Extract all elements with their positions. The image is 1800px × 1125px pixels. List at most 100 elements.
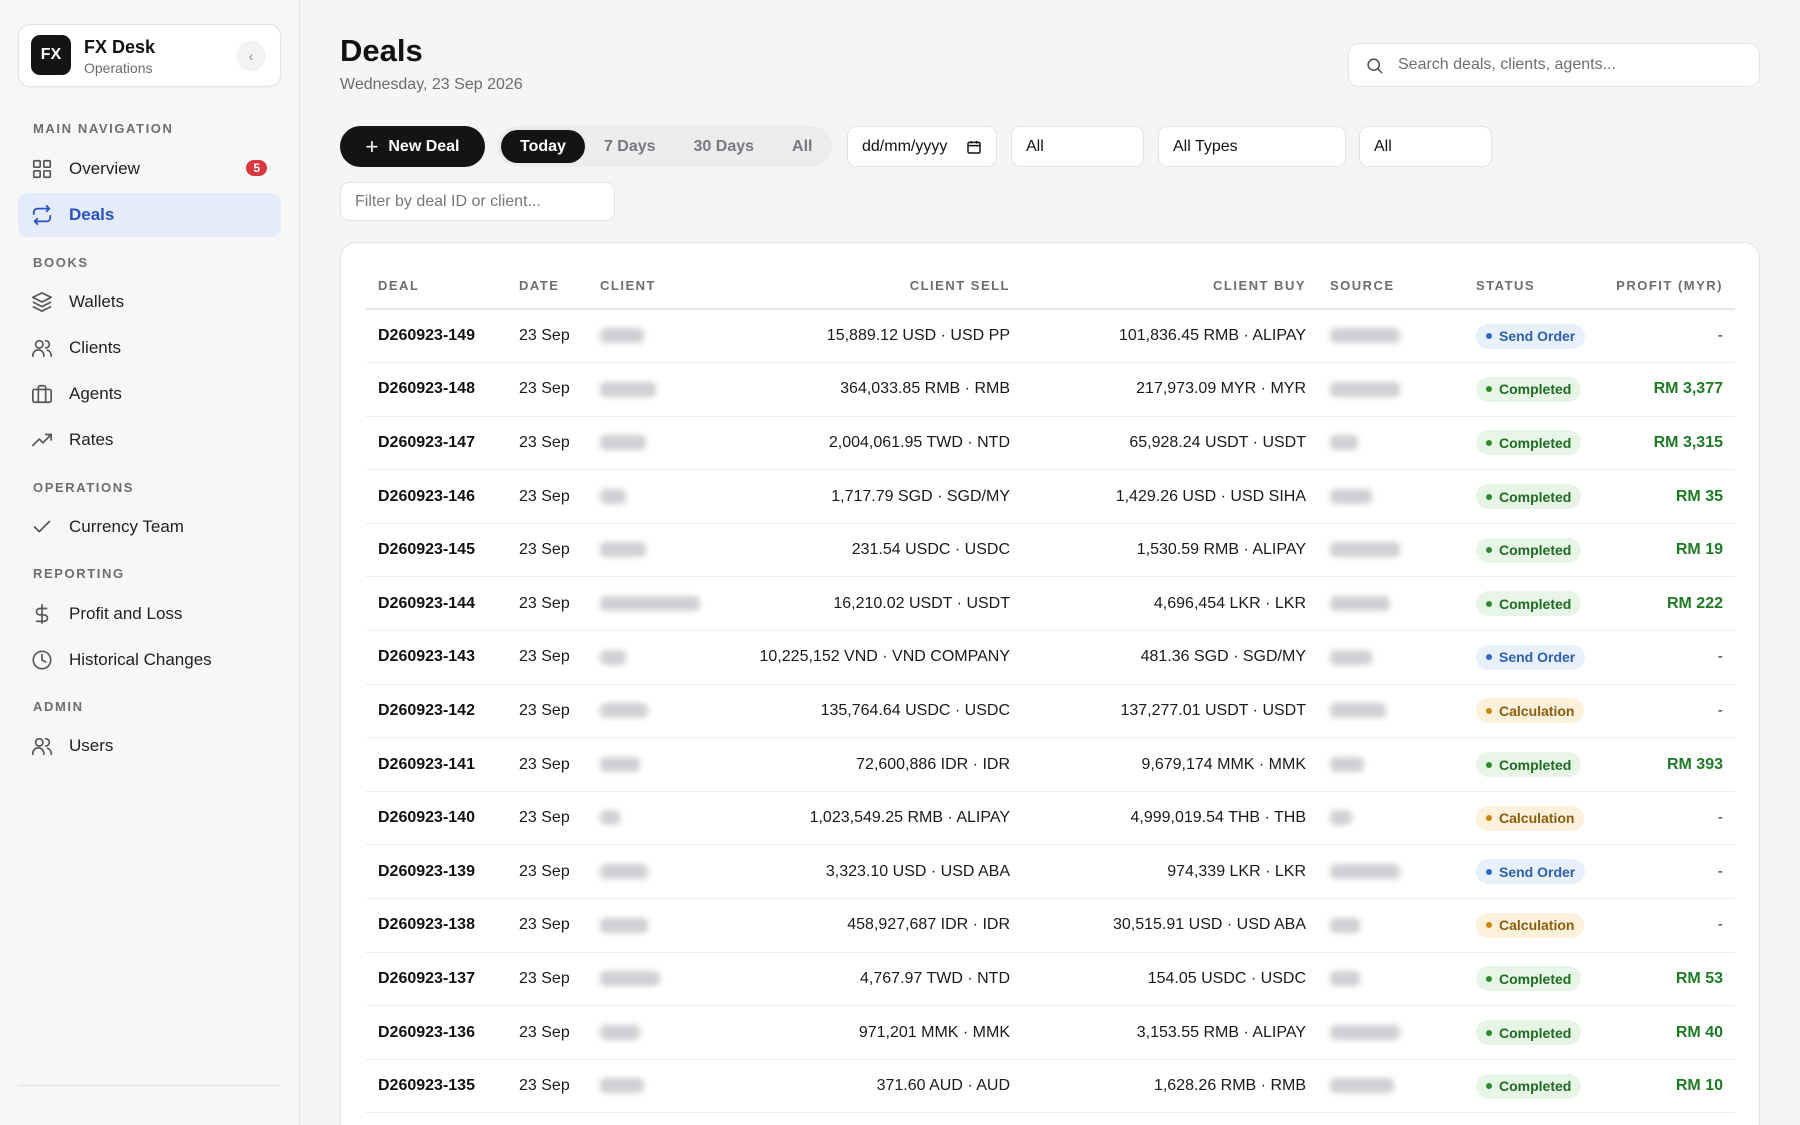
deal-filter-input[interactable] [340, 182, 615, 221]
status-badge: Completed [1476, 484, 1582, 510]
table-row[interactable]: D260923-146 23 Sep 1,717.79 SGD · SGD/MY 1,… [366, 469, 1735, 524]
status-badge: Calculation [1476, 912, 1585, 938]
sidebar-item-rates[interactable]: Rates [18, 418, 281, 462]
status-label: Calculation [1499, 810, 1575, 827]
redacted-client-name [600, 596, 700, 612]
deal-id-cell[interactable]: D260923-145 [366, 523, 507, 578]
client-cell [588, 898, 726, 953]
new-deal-button[interactable]: + New Deal [340, 126, 485, 167]
search-input[interactable] [1398, 56, 1728, 74]
column-header-deal[interactable]: DEAL [366, 263, 507, 310]
deal-id-cell[interactable]: D260923-141 [366, 737, 507, 792]
table-row[interactable]: D260923-148 23 Sep 364,033.85 RMB · RMB 217… [366, 362, 1735, 417]
column-header-source[interactable]: SOURCE [1318, 263, 1464, 310]
table-row[interactable]: D260923-144 23 Sep 16,210.02 USDT · USDT 4,… [366, 576, 1735, 632]
deal-id-cell[interactable]: D260923-137 [366, 952, 507, 1007]
column-header-date[interactable]: DATE [507, 263, 588, 310]
deal-id-cell[interactable]: D260923-140 [366, 791, 507, 846]
table-row[interactable]: D260923-141 23 Sep 72,600,886 IDR · IDR 9,6… [366, 737, 1735, 792]
deal-id-cell[interactable]: D260923-138 [366, 898, 507, 953]
global-search[interactable] [1348, 43, 1760, 87]
deal-id-cell[interactable]: D260923-142 [366, 684, 507, 739]
deal-id-cell[interactable]: D260923-149 [366, 309, 507, 364]
sidebar-item-historical-changes[interactable]: Historical Changes [18, 638, 281, 682]
deal-id-cell[interactable]: D260923-146 [366, 469, 507, 524]
table-row[interactable]: D260923-143 23 Sep 10,225,152 VND · VND CO… [366, 630, 1735, 685]
deal-id-cell[interactable]: D260923-144 [366, 576, 507, 632]
status-cell: Send Order [1464, 309, 1603, 364]
status-dot-icon [1486, 1029, 1492, 1036]
date-cell: 23 Sep [507, 309, 588, 364]
type-filter-select[interactable]: All Types [1158, 126, 1346, 167]
redacted-source-name [1330, 1078, 1394, 1094]
range-all-button[interactable]: All [773, 130, 831, 163]
range-7-days-button[interactable]: 7 Days [585, 130, 675, 163]
redacted-source-name [1330, 542, 1400, 558]
date-cell: 23 Sep [507, 684, 588, 739]
sidebar-item-label: Profit and Loss [69, 604, 183, 623]
status-dot-icon [1486, 600, 1492, 607]
client-cell [588, 844, 726, 900]
table-row[interactable]: D260923-140 23 Sep 1,023,549.25 RMB · ALIP… [366, 791, 1735, 846]
sidebar-item-profit-and-loss[interactable]: Profit and Loss [18, 592, 281, 636]
table-row[interactable]: D260923-136 23 Sep 971,201 MMK · MMK 3,153.… [366, 1005, 1735, 1060]
table-row[interactable]: D260923-137 23 Sep 4,767.97 TWD · NTD 154.0… [366, 952, 1735, 1007]
status-filter-select[interactable]: All [1011, 126, 1144, 167]
redacted-source-name [1330, 488, 1372, 504]
sidebar-item-deals[interactable]: Deals [18, 193, 281, 237]
date-cell: 23 Sep [507, 523, 588, 578]
collapse-sidebar-button[interactable]: ‹ [236, 41, 266, 71]
table-row[interactable]: D260923-138 23 Sep 458,927,687 IDR · IDR 30… [366, 898, 1735, 953]
client-buy-cell: 30,515.91 USD · USD ABA [1022, 898, 1318, 953]
status-dot-icon [1486, 1083, 1492, 1090]
client-buy-cell: 1,429.26 USD · USD SIHA [1022, 469, 1318, 524]
client-cell [588, 684, 726, 739]
table-header-row: DEAL DATE CLIENT CLIENT SELL CLIENT BUY … [366, 263, 1735, 310]
column-header-client[interactable]: CLIENT [588, 263, 726, 310]
deal-id-cell[interactable]: D260923-135 [366, 1059, 507, 1114]
sidebar-item-currency-team[interactable]: Currency Team [18, 505, 281, 549]
client-buy-cell: 1,628.26 RMB · RMB [1022, 1059, 1318, 1114]
client-sell-cell: 15,889.12 USD · USD PP [726, 309, 1022, 364]
client-sell-cell: 971,201 MMK · MMK [726, 1005, 1022, 1060]
table-row[interactable]: D260923-142 23 Sep 135,764.64 USDC · USDC 1… [366, 684, 1735, 739]
status-cell: Completed [1464, 737, 1603, 792]
sidebar-item-clients[interactable]: Clients [18, 326, 281, 370]
sidebar-item-wallets[interactable]: Wallets [18, 280, 281, 324]
source-filter-select[interactable]: All [1359, 126, 1492, 167]
range-30-days-button[interactable]: 30 Days [675, 130, 774, 163]
deal-id-cell[interactable]: D260923-147 [366, 416, 507, 471]
redacted-client-name [600, 649, 626, 665]
status-badge: Calculation [1476, 805, 1585, 831]
brand-logo: FX [31, 35, 71, 75]
section-label-books: BOOKS [33, 255, 89, 270]
source-cell [1318, 684, 1464, 739]
status-label: Completed [1499, 1024, 1572, 1041]
client-sell-cell: 4,767.97 TWD · NTD [726, 952, 1022, 1007]
table-row[interactable]: D260923-145 23 Sep 231.54 USDC · USDC 1,530… [366, 523, 1735, 578]
deal-id-cell[interactable]: D260923-148 [366, 362, 507, 417]
column-header-profit[interactable]: PROFIT (MYR) [1603, 263, 1735, 310]
deal-id-cell[interactable]: D260923-139 [366, 844, 507, 900]
status-dot-icon [1486, 868, 1492, 875]
source-filter-value: All [1374, 137, 1392, 155]
deal-id-cell[interactable]: D260923-136 [366, 1005, 507, 1060]
column-header-client-buy[interactable]: CLIENT BUY [1022, 263, 1318, 310]
column-header-status[interactable]: STATUS [1464, 263, 1603, 310]
table-row[interactable]: D260923-135 23 Sep 371.60 AUD · AUD 1,628.2… [366, 1059, 1735, 1114]
sidebar-item-agents[interactable]: Agents [18, 372, 281, 416]
redacted-source-name [1330, 328, 1400, 344]
column-header-client-sell[interactable]: CLIENT SELL [726, 263, 1022, 310]
date-cell: 23 Sep [507, 416, 588, 471]
sidebar-item-label: Agents [69, 384, 122, 403]
date-picker-field[interactable]: dd/mm/yyyy [847, 126, 997, 167]
deal-id-cell[interactable]: D260923-143 [366, 630, 507, 685]
table-row[interactable]: D260923-149 23 Sep 15,889.12 USD · USD PP 1… [366, 309, 1735, 364]
table-row[interactable]: D260923-139 23 Sep 3,323.10 USD · USD ABA 9… [366, 844, 1735, 900]
range-today-button[interactable]: Today [501, 130, 585, 163]
sidebar-item-overview[interactable]: Overview 5 [18, 147, 281, 191]
redacted-client-name [600, 435, 646, 451]
table-row[interactable]: D260923-147 23 Sep 2,004,061.95 TWD · NTD 6… [366, 416, 1735, 471]
sidebar-item-label: Currency Team [69, 517, 184, 536]
sidebar-item-users[interactable]: Users [18, 724, 281, 768]
